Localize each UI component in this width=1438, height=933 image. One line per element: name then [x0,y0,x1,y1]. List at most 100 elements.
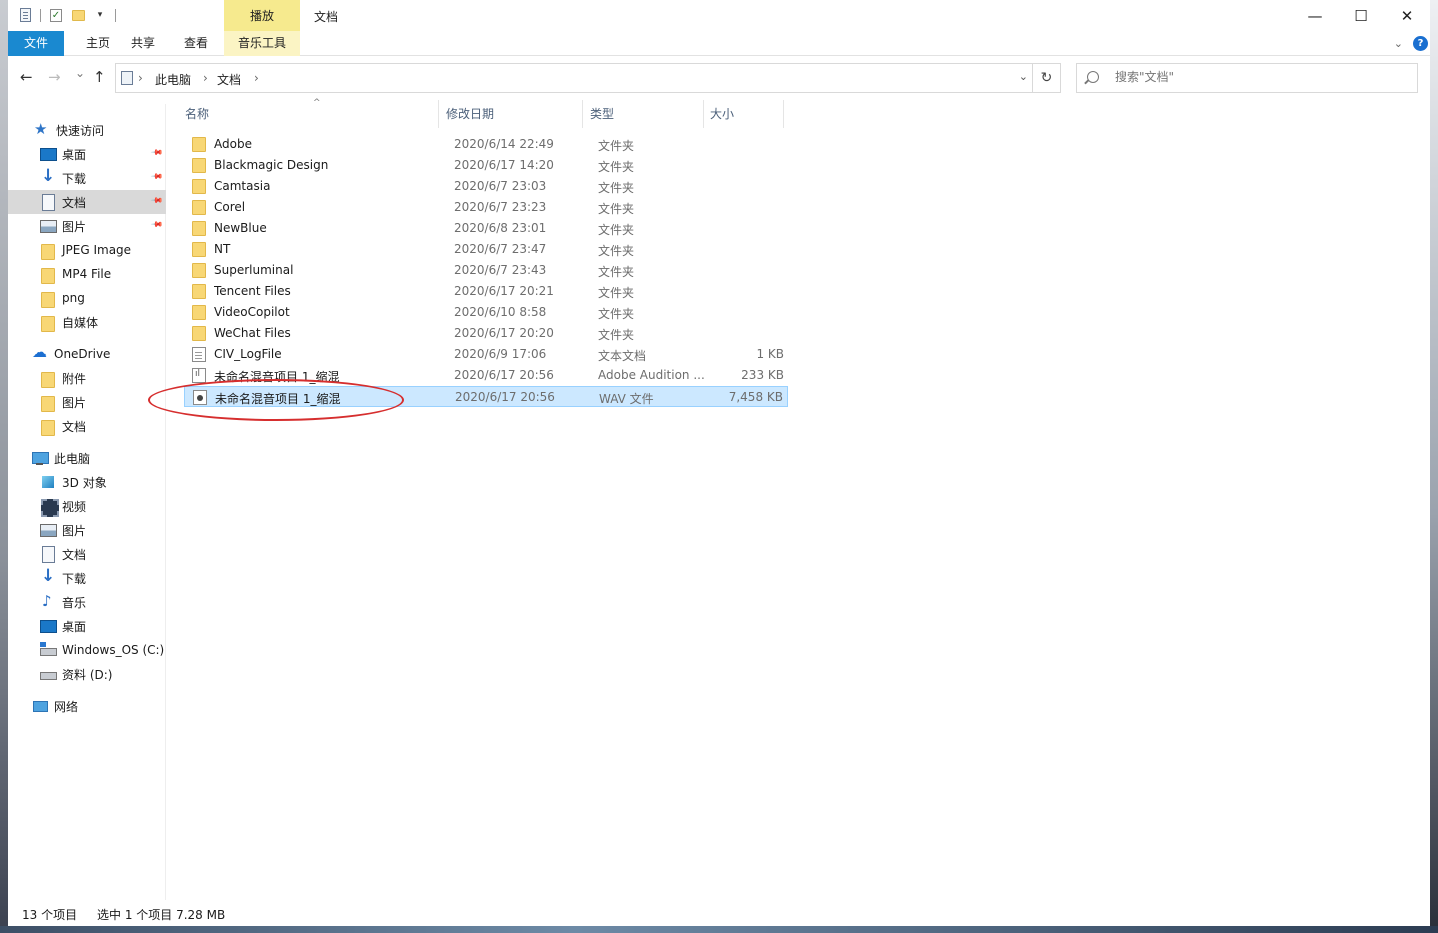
column-divider[interactable] [582,100,583,128]
document-icon[interactable] [18,7,32,23]
folder-icon [192,137,206,152]
file-row[interactable]: Tencent Files 2020/6/17 20:21 文件夹 [184,281,788,302]
file-list: ^ 名称 修改日期 类型 大小 Adobe 2020/6/14 22:49 文件夹 B… [180,98,1420,898]
sidebar-item-onedrive-pictures[interactable]: 图片 [8,390,166,414]
back-button[interactable]: ← [20,68,33,86]
file-type: 文件夹 [598,160,635,174]
sidebar-item-music[interactable]: 音乐 [8,590,166,614]
sidebar-item-attachments[interactable]: 附件 [8,366,166,390]
column-header-name[interactable]: 名称 [185,98,209,128]
file-date: 2020/6/17 20:56 [454,368,554,382]
sidebar-item-onedrive[interactable]: OneDrive [8,342,166,366]
sidebar-item-quick-access[interactable]: 快速访问 [8,118,166,142]
item-count: 13 个项目 [22,908,78,922]
computer-icon [32,450,49,466]
sidebar-item-pc-pictures[interactable]: 图片 [8,518,166,542]
maximize-button[interactable]: ☐ [1338,0,1384,31]
folder-icon [40,418,56,436]
breadcrumb-separator[interactable]: › [254,71,259,85]
file-row[interactable]: NT 2020/6/7 23:47 文件夹 [184,239,788,260]
file-row[interactable]: Blackmagic Design 2020/6/17 14:20 文件夹 [184,155,788,176]
breadcrumb-separator[interactable]: › [138,71,143,85]
3d-objects-icon [40,474,56,490]
play-context-tab[interactable]: 播放 [224,0,300,31]
tab-view[interactable]: 查看 [172,31,220,56]
close-button[interactable]: ✕ [1384,0,1430,31]
column-header-date[interactable]: 修改日期 [446,98,494,128]
sidebar-item-documents[interactable]: 文档 📌 [8,190,166,214]
column-header-size[interactable]: 大小 [710,98,734,128]
sidebar-item-this-pc[interactable]: 此电脑 [8,446,166,470]
sidebar-item-png[interactable]: png [8,286,166,310]
column-header-type[interactable]: 类型 [590,98,614,128]
file-row[interactable]: Adobe 2020/6/14 22:49 文件夹 [184,134,788,155]
sidebar-item-desktop[interactable]: 桌面 📌 [8,142,166,166]
column-divider[interactable] [703,100,704,128]
file-row[interactable]: Superluminal 2020/6/7 23:43 文件夹 [184,260,788,281]
pin-icon[interactable]: 📌 [150,146,163,159]
expand-ribbon-icon[interactable]: ⌄ [1394,37,1403,50]
properties-icon[interactable]: ✓ [49,7,63,23]
file-row[interactable]: WeChat Files 2020/6/17 20:20 文件夹 [184,323,788,344]
navigation-pane: 快速访问 桌面📌 下载📌 文档📌 图片📌 JPEG Image MP4 File… [8,104,166,900]
folder-icon [192,305,206,320]
sidebar-item-drive-c[interactable]: Windows_OS (C:) [8,638,166,662]
refresh-button[interactable]: ↻ [1032,64,1060,92]
file-row[interactable]: VideoCopilot 2020/6/10 8:58 文件夹 [184,302,788,323]
window-controls: — ☐ ✕ [1292,0,1430,31]
address-bar[interactable]: › 此电脑 › 文档 › ⌄ ↻ [115,63,1061,93]
tab-music-tools[interactable]: 音乐工具 [224,31,300,56]
forward-button[interactable]: → [48,68,61,86]
breadcrumb-separator[interactable]: › [203,71,208,85]
tab-home[interactable]: 主页 [74,31,122,56]
sidebar-item-self-media[interactable]: 自媒体 [8,310,166,334]
sidebar-item-drive-d[interactable]: 资料 (D:) [8,662,166,686]
search-input[interactable] [1115,70,1405,84]
file-row[interactable]: Camtasia 2020/6/7 23:03 文件夹 [184,176,788,197]
search-box[interactable] [1076,63,1418,93]
column-divider[interactable] [438,100,439,128]
file-type: 文本文档 [598,349,647,363]
file-name: Blackmagic Design [214,158,329,172]
file-row[interactable]: NewBlue 2020/6/8 23:01 文件夹 [184,218,788,239]
pin-icon[interactable]: 📌 [150,218,163,231]
minimize-button[interactable]: — [1292,0,1338,31]
download-icon [40,166,56,186]
file-date: 2020/6/17 14:20 [454,158,554,172]
tab-share[interactable]: 共享 [122,31,164,56]
sidebar-item-pc-desktop[interactable]: 桌面 [8,614,166,638]
sidebar-item-pictures[interactable]: 图片 📌 [8,214,166,238]
column-divider[interactable] [783,100,784,128]
file-row[interactable]: CIV_LogFile 2020/6/9 17:06 文本文档 1 KB [184,344,788,365]
sidebar-item-3d-objects[interactable]: 3D 对象 [8,470,166,494]
breadcrumb-documents[interactable]: 文档 [217,71,241,88]
breadcrumb-this-pc[interactable]: 此电脑 [155,71,191,88]
sidebar-item-videos[interactable]: 视频 [8,494,166,518]
pin-icon[interactable]: 📌 [150,194,163,207]
sidebar-item-mp4-file[interactable]: MP4 File [8,262,166,286]
tab-file[interactable]: 文件 [8,31,64,56]
sidebar-item-network[interactable]: 网络 [8,694,166,718]
sidebar-item-jpeg-image[interactable]: JPEG Image [8,238,166,262]
file-row[interactable]: 未命名混音项目 1_缩混 2020/6/17 20:56 Adobe Auditio… [184,365,788,386]
location-icon [121,71,133,85]
up-button[interactable]: ↑ [93,68,106,86]
help-icon[interactable]: ? [1413,36,1428,51]
sidebar-item-downloads[interactable]: 下载📌 [8,166,166,190]
file-size: 7,458 KB [728,390,783,404]
address-history-dropdown[interactable]: ⌄ [1019,70,1028,83]
file-name: VideoCopilot [214,305,290,319]
folder-icon [192,179,206,194]
sidebar-item-onedrive-documents[interactable]: 文档 [8,414,166,438]
file-type: 文件夹 [598,139,635,153]
pin-icon[interactable]: 📌 [150,170,163,183]
file-name: Corel [214,200,246,214]
sidebar-item-pc-documents[interactable]: 文档 [8,542,166,566]
sidebar-item-pc-downloads[interactable]: 下载 [8,566,166,590]
file-row[interactable]: 未命名混音项目 1_缩混 2020/6/17 20:56 WAV 文件 7,458 K… [184,386,788,407]
file-row[interactable]: Corel 2020/6/7 23:23 文件夹 [184,197,788,218]
recent-locations-button[interactable]: ⌄ [75,66,85,80]
customize-toolbar-icon[interactable]: ▾ [93,7,107,23]
new-folder-icon[interactable] [71,7,85,23]
file-name: 未命名混音项目 1_缩混 [215,392,341,406]
